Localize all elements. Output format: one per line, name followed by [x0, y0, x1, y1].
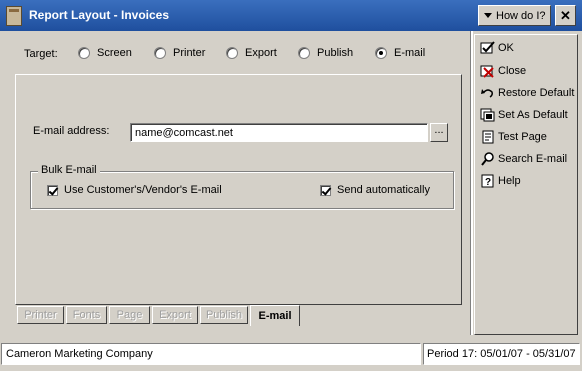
test-page-icon — [482, 130, 494, 144]
status-company: Cameron Marketing Company — [1, 343, 421, 365]
radio-button-icon — [298, 47, 310, 59]
how-do-i-label: How do I? — [496, 9, 546, 22]
test-page-button[interactable]: Test Page — [480, 130, 547, 144]
radio-email[interactable]: E-mail — [375, 47, 425, 59]
close-label: Close — [498, 65, 527, 77]
send-automatically-checkbox[interactable]: Send automatically — [320, 184, 430, 196]
divider — [470, 31, 473, 335]
radio-export-label: Export — [245, 47, 277, 59]
status-period: Period 17: 05/01/07 - 05/31/07 — [423, 343, 580, 365]
tab-export[interactable]: Export — [152, 306, 198, 324]
search-email-button[interactable]: Search E-mail — [480, 152, 567, 166]
tab-page[interactable]: Page — [109, 306, 150, 324]
radio-button-icon — [154, 47, 166, 59]
set-as-default-button[interactable]: Set As Default — [480, 108, 568, 122]
email-address-input[interactable] — [130, 123, 428, 142]
target-label: Target: — [24, 48, 58, 60]
email-address-label: E-mail address: — [33, 125, 110, 137]
radio-printer[interactable]: Printer — [154, 47, 205, 59]
ok-check-icon — [480, 41, 495, 54]
help-label: Help — [498, 175, 521, 187]
restore-default-button[interactable]: Restore Default — [480, 86, 574, 100]
radio-button-icon — [78, 47, 90, 59]
radio-selected-icon — [375, 47, 387, 59]
undo-arrow-icon — [481, 89, 493, 98]
checkbox-checked-icon — [47, 184, 58, 196]
radio-export[interactable]: Export — [226, 47, 277, 59]
help-icon: ? — [481, 174, 494, 188]
close-icon — [480, 65, 494, 78]
tab-printer[interactable]: Printer — [17, 306, 64, 324]
send-automatically-label: Send automatically — [337, 184, 430, 196]
tab-fonts[interactable]: Fonts — [66, 306, 107, 324]
ok-label: OK — [498, 42, 514, 54]
test-page-label: Test Page — [498, 131, 547, 143]
close-x-icon: ✕ — [560, 8, 571, 23]
tab-publish[interactable]: Publish — [200, 306, 248, 324]
set-default-icon — [480, 108, 495, 122]
search-icon — [481, 152, 494, 166]
restore-default-label: Restore Default — [498, 87, 575, 99]
report-icon — [6, 6, 22, 26]
radio-email-label: E-mail — [394, 47, 426, 59]
dropdown-arrow-icon — [484, 13, 492, 18]
ok-button[interactable]: OK — [480, 41, 514, 55]
radio-button-icon — [226, 47, 238, 59]
radio-publish-label: Publish — [317, 47, 354, 59]
use-customer-email-label: Use Customer's/Vendor's E-mail — [64, 184, 222, 196]
help-button[interactable]: ? Help — [480, 174, 521, 188]
checkbox-checked-icon — [320, 184, 331, 196]
browse-button[interactable]: ... — [430, 123, 448, 142]
radio-screen-label: Screen — [97, 47, 132, 59]
radio-screen[interactable]: Screen — [78, 47, 132, 59]
search-email-label: Search E-mail — [498, 153, 568, 165]
radio-publish[interactable]: Publish — [298, 47, 353, 59]
svg-text:?: ? — [485, 177, 491, 188]
use-customer-email-checkbox[interactable]: Use Customer's/Vendor's E-mail — [47, 184, 222, 196]
how-do-i-button[interactable]: How do I? — [478, 5, 551, 26]
close-button[interactable]: Close — [480, 64, 526, 78]
tab-email[interactable]: E-mail — [250, 305, 300, 326]
radio-printer-label: Printer — [173, 47, 206, 59]
window-close-button[interactable]: ✕ — [555, 5, 576, 26]
bulk-email-title: Bulk E-mail — [38, 164, 100, 176]
set-as-default-label: Set As Default — [498, 109, 568, 121]
window-title: Report Layout - Invoices — [29, 8, 170, 22]
